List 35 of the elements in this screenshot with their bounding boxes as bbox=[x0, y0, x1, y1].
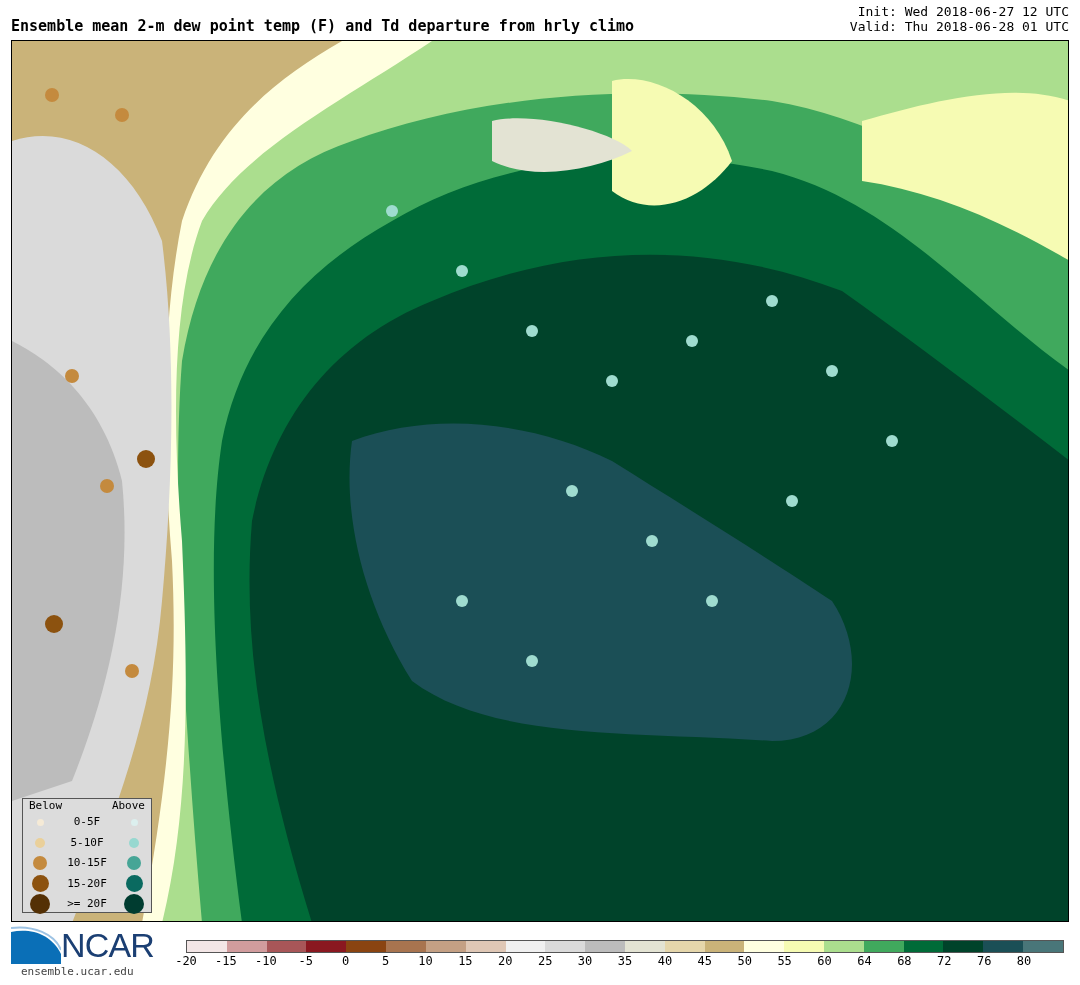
scale-tick-label: 30 bbox=[577, 953, 593, 969]
scale-tick-label: 40 bbox=[657, 953, 673, 969]
logo: NCAR bbox=[11, 924, 171, 966]
legend-label: 10-15F bbox=[67, 855, 107, 871]
legend-label: 15-20F bbox=[67, 875, 107, 892]
scale-tick-label: 68 bbox=[897, 953, 912, 969]
scale-tick-label: 5 bbox=[381, 953, 390, 969]
legend-header: Below bbox=[29, 800, 63, 812]
scale-tick-label: 0 bbox=[342, 953, 350, 969]
scale-tick-label: 64 bbox=[857, 953, 872, 969]
scale-tick-label: -10 bbox=[254, 953, 277, 969]
legend-header: Above bbox=[111, 800, 145, 812]
scale-tick-label: 45 bbox=[697, 953, 713, 969]
init-time: Init: Wed 2018-06-27 12 UTC bbox=[857, 4, 1069, 19]
scale-tick-label: 80 bbox=[1016, 953, 1032, 969]
scale-tick-label: 60 bbox=[817, 953, 832, 969]
swoosh-icon bbox=[11, 926, 61, 964]
scale-tick-label: 35 bbox=[617, 953, 633, 969]
scale-tick-label: 25 bbox=[537, 953, 553, 969]
scale-tick-label: 10 bbox=[418, 953, 433, 969]
scale-tick-label: 15 bbox=[458, 953, 473, 969]
chart-title: Ensemble mean 2-m dew point temp (F) and Td departure from hrly climo bbox=[11, 19, 635, 34]
website-url: ensemble.ucar.edu bbox=[21, 966, 135, 977]
legend-label: 0-5F bbox=[73, 814, 101, 830]
scale-tick-label: 76 bbox=[976, 953, 992, 969]
scale-tick-label: 50 bbox=[737, 953, 752, 969]
valid-time: Valid: Thu 2018-06-28 01 UTC bbox=[849, 19, 1069, 34]
legend-label: 5-10F bbox=[70, 834, 104, 851]
scale-tick-label: 55 bbox=[777, 953, 792, 969]
scale-tick-label: -20 bbox=[175, 953, 197, 969]
scale-tick-label: -15 bbox=[215, 953, 237, 969]
scale-tick-label: 72 bbox=[937, 953, 952, 969]
scale-tick-label: -5 bbox=[298, 953, 313, 969]
scale-tick-label: 20 bbox=[498, 953, 513, 969]
legend-label: >= 20F bbox=[67, 896, 107, 912]
